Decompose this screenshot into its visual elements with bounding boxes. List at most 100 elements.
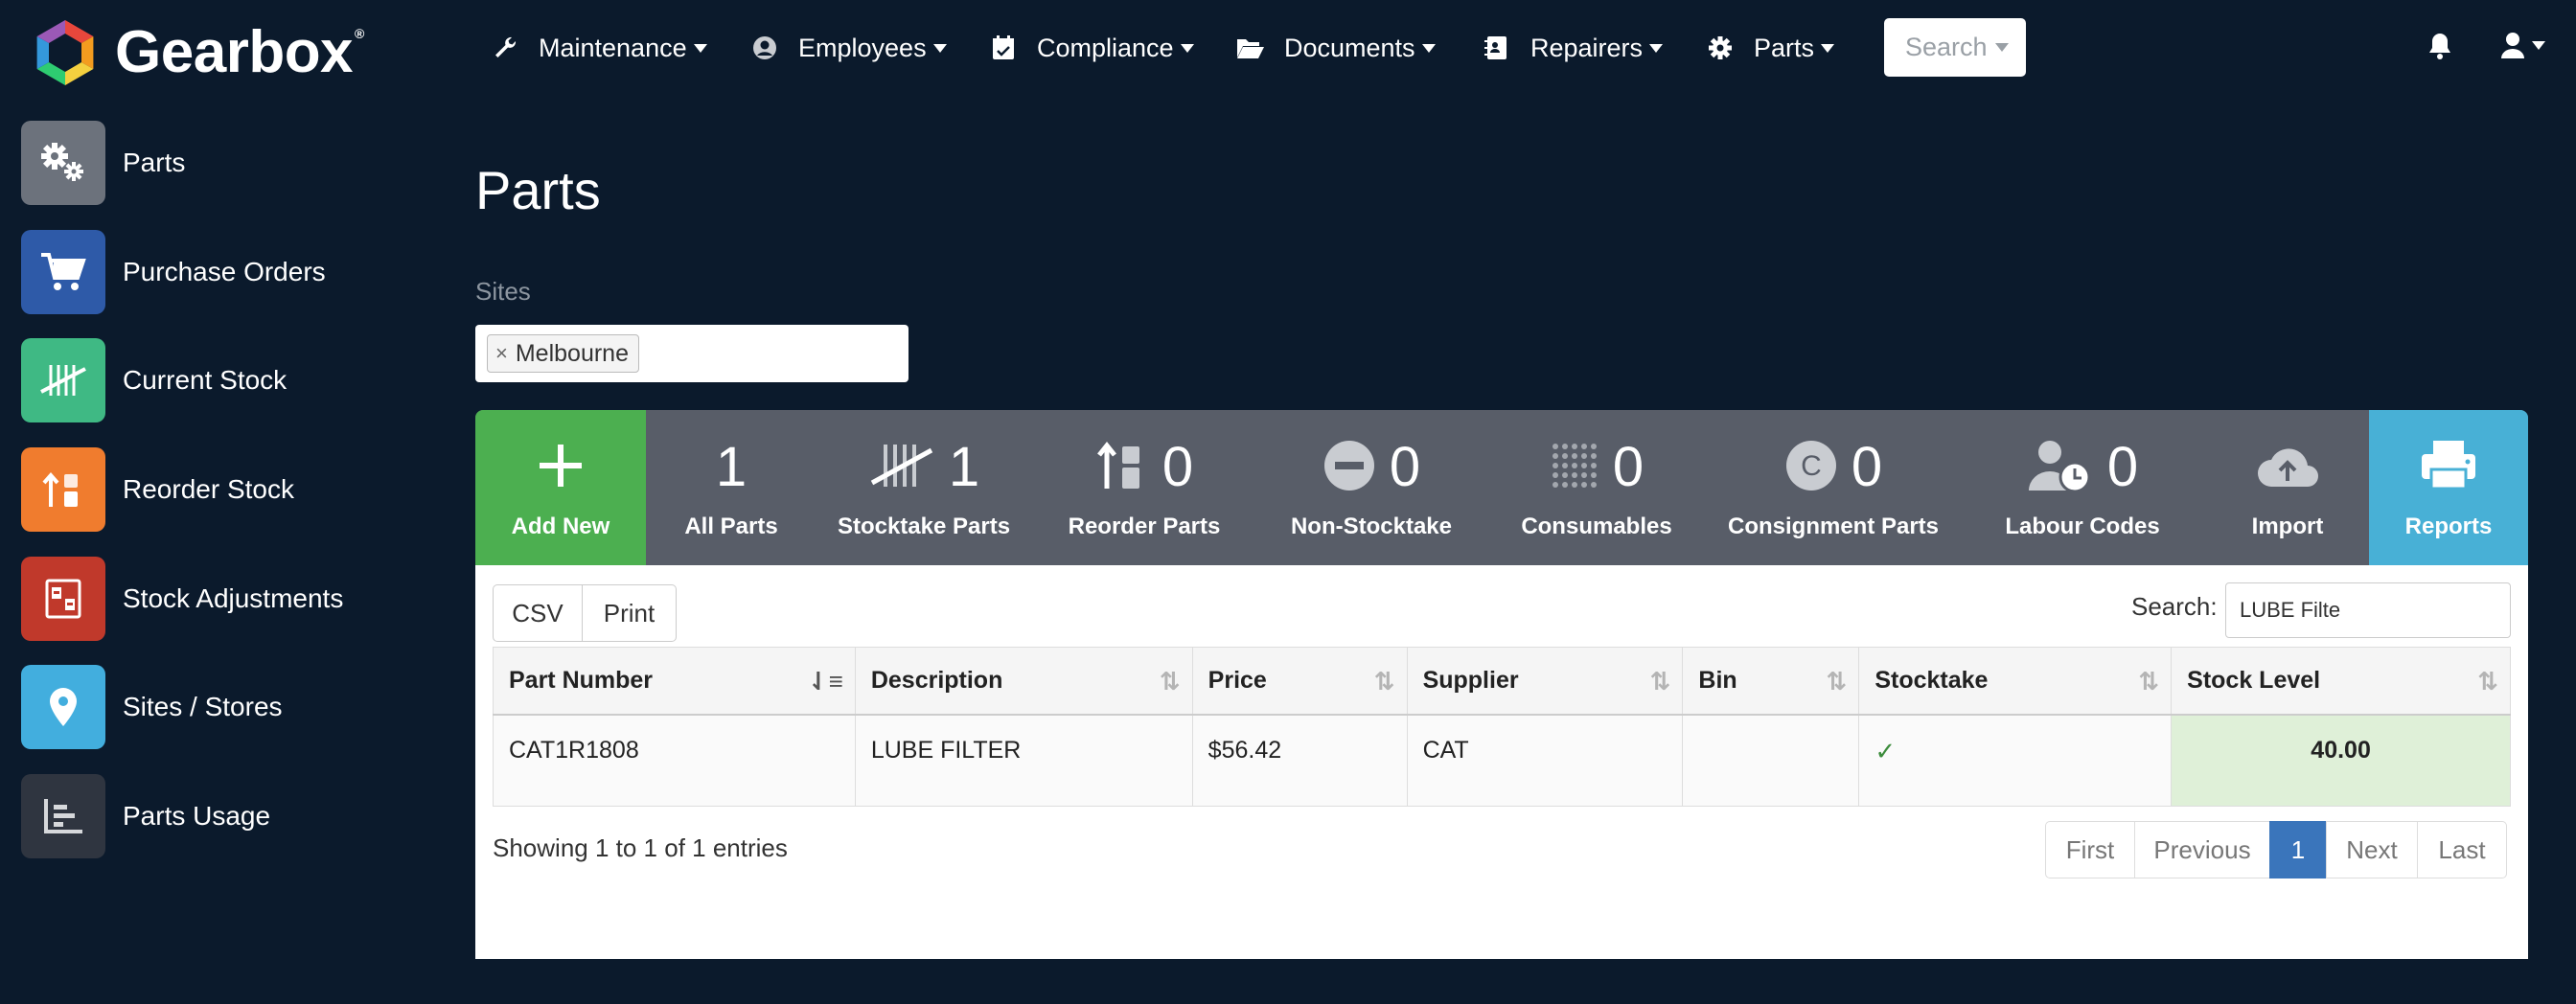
- sidebar-item-purchase-orders[interactable]: Purchase Orders: [21, 230, 326, 314]
- cell-price: $56.42: [1191, 714, 1408, 807]
- gears-icon: [21, 121, 105, 205]
- column-header-bin[interactable]: Bin ⇅: [1682, 647, 1860, 716]
- sidebar-item-label: Reorder Stock: [123, 474, 294, 504]
- page-current-button[interactable]: 1: [2269, 821, 2327, 878]
- tile-consumables[interactable]: 0 Consumables: [1485, 410, 1708, 565]
- sidebar-item-stock-adjustments[interactable]: Stock Adjustments: [21, 557, 343, 641]
- sidebar-item-current-stock[interactable]: Current Stock: [21, 338, 287, 422]
- sidebar-item-label: Current Stock: [123, 365, 288, 395]
- column-header-description[interactable]: Description ⇅: [854, 647, 1193, 716]
- sidebar-item-reorder-stock[interactable]: Reorder Stock: [21, 447, 294, 532]
- cloud-upload-icon: [2254, 441, 2321, 495]
- user-clock-icon: [2027, 439, 2094, 497]
- tile-count: 0: [1851, 436, 1883, 498]
- nav-parts[interactable]: Parts: [1706, 29, 1835, 67]
- parts-table: Part Number ⇃≡ Description ⇅ Price ⇅ Suppli…: [493, 647, 2511, 807]
- export-buttons: CSV Print: [493, 584, 677, 642]
- site-chip: × Melbourne: [487, 334, 639, 373]
- bell-icon[interactable]: [2427, 32, 2452, 65]
- sort-asc-icon: ⇃≡: [807, 667, 843, 696]
- print-button[interactable]: Print: [583, 584, 677, 642]
- tile-label: Import: [2251, 513, 2324, 539]
- sidebar-item-label: Sites / Stores: [123, 692, 283, 721]
- tile-count: 0: [2106, 436, 2139, 498]
- table-search-input[interactable]: [2225, 582, 2511, 638]
- svg-text:C: C: [1801, 450, 1822, 482]
- table-info: Showing 1 to 1 of 1 entries: [493, 833, 788, 862]
- nav-maintenance[interactable]: Maintenance: [491, 29, 707, 67]
- tile-stocktake-parts[interactable]: 1 Stocktake Parts: [816, 410, 1031, 565]
- tile-non-stocktake[interactable]: 0 Non-Stocktake: [1257, 410, 1485, 565]
- nav-documents[interactable]: Documents: [1236, 29, 1436, 67]
- nav-search-label: Search: [1905, 33, 1988, 61]
- nav-label: Compliance: [1037, 33, 1174, 62]
- column-header-stock-level[interactable]: Stock Level ⇅: [2171, 647, 2511, 716]
- minus-circle-icon: [1322, 439, 1376, 497]
- column-header-stocktake[interactable]: Stocktake ⇅: [1858, 647, 2173, 716]
- nav-repairers[interactable]: Repairers: [1483, 29, 1664, 67]
- printer-icon: [2420, 439, 2477, 497]
- remove-chip-icon[interactable]: ×: [495, 341, 508, 366]
- cell-stocktake: ✓: [1858, 714, 2173, 807]
- parts-tile-bar: Add New 1 All Parts 1 Stocktake Parts 0 …: [475, 410, 2528, 565]
- tile-import[interactable]: Import: [2206, 410, 2369, 565]
- cell-stock-level: 40.00: [2171, 714, 2511, 807]
- nav-label: Maintenance: [539, 33, 687, 62]
- site-chip-label: Melbourne: [515, 339, 629, 367]
- dots-grid-icon: [1550, 441, 1599, 495]
- sort-icon: ⇅: [1373, 667, 1395, 696]
- tile-consignment-parts[interactable]: C 0 Consignment Parts: [1708, 410, 1959, 565]
- tile-label: Reports: [2404, 513, 2493, 539]
- calendar-check-icon: [989, 34, 1018, 62]
- nav-label: Employees: [798, 33, 927, 62]
- sort-icon: ⇅: [1649, 667, 1671, 696]
- gear-icon: [1706, 34, 1735, 62]
- column-header-supplier[interactable]: Supplier ⇅: [1406, 647, 1684, 716]
- tile-count: 1: [715, 436, 748, 498]
- user-icon: [2501, 33, 2524, 58]
- cell-bin: [1682, 714, 1860, 807]
- sidebar-item-label: Purchase Orders: [123, 257, 326, 286]
- page-previous-button[interactable]: Previous: [2134, 821, 2270, 878]
- cart-icon: [21, 230, 105, 314]
- tile-labour-codes[interactable]: 0 Labour Codes: [1959, 410, 2206, 565]
- plus-icon: [536, 441, 586, 495]
- cell-supplier: CAT: [1406, 714, 1684, 807]
- page-last-button[interactable]: Last: [2417, 821, 2507, 878]
- tile-add-new[interactable]: Add New: [475, 410, 646, 565]
- page-next-button[interactable]: Next: [2326, 821, 2418, 878]
- tile-reports[interactable]: Reports: [2369, 410, 2528, 565]
- csv-button[interactable]: CSV: [493, 584, 583, 642]
- tile-label: Consumables: [1521, 513, 1672, 539]
- tile-label: Stocktake Parts: [837, 513, 1011, 539]
- nav-search-dropdown[interactable]: Search: [1884, 18, 2026, 77]
- nav-employees[interactable]: Employees: [750, 29, 947, 67]
- brand-logo[interactable]: Gearbox ®: [29, 16, 364, 89]
- sidebar-item-sites-stores[interactable]: Sites / Stores: [21, 665, 283, 749]
- user-circle-icon: [750, 34, 779, 62]
- sites-select[interactable]: × Melbourne: [475, 325, 908, 382]
- wrench-icon: [491, 34, 519, 62]
- tile-count: 0: [1612, 436, 1644, 498]
- tile-reorder-parts[interactable]: 0 Reorder Parts: [1031, 410, 1257, 565]
- nav-compliance[interactable]: Compliance: [989, 29, 1194, 67]
- tile-label: Reorder Parts: [1068, 513, 1221, 539]
- tile-all-parts[interactable]: 1 All Parts: [646, 410, 816, 565]
- tally-icon: [21, 338, 105, 422]
- user-menu[interactable]: [2500, 32, 2545, 58]
- adjust-icon: [21, 557, 105, 641]
- chevron-down-icon: [1994, 43, 2009, 52]
- page-first-button[interactable]: First: [2045, 821, 2135, 878]
- tile-label: Labour Codes: [2005, 513, 2160, 539]
- cell-part-number: CAT1R1808: [493, 714, 856, 807]
- tile-count: 1: [948, 436, 980, 498]
- table-search-label: Search:: [2131, 592, 2218, 621]
- bar-chart-icon: [21, 774, 105, 858]
- column-header-price[interactable]: Price ⇅: [1191, 647, 1408, 716]
- table-row[interactable]: CAT1R1808 LUBE FILTER $56.42 CAT ✓ 40.00: [493, 714, 2511, 807]
- column-header-part-number[interactable]: Part Number ⇃≡: [493, 647, 856, 716]
- sidebar-item-parts-usage[interactable]: Parts Usage: [21, 774, 270, 858]
- tile-label: Consignment Parts: [1727, 513, 1940, 539]
- sort-icon: ⇅: [1826, 667, 1848, 696]
- sidebar-item-parts[interactable]: Parts: [21, 121, 185, 205]
